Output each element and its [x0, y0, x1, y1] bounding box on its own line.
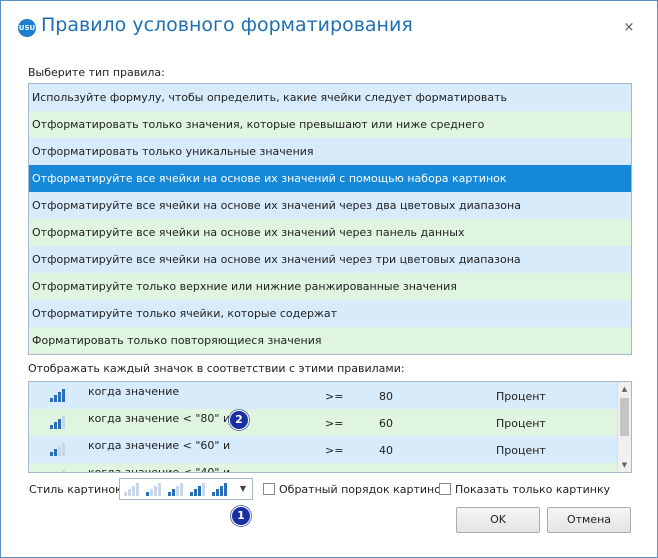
- icon-rule-value[interactable]: 60: [379, 417, 393, 430]
- icon-rule-row[interactable]: когда значение < "60" и >= 40 Процент: [29, 436, 617, 463]
- callout-badge-2: 2: [229, 410, 249, 430]
- rule-type-item[interactable]: Отформатировать только значения, которые…: [29, 111, 631, 138]
- icon-rule-condition: когда значение < "40" и: [88, 466, 230, 472]
- icon-rule-row[interactable]: когда значение < "80" и >= 60 Процент: [29, 409, 617, 436]
- icon-rules-rows: когда значение >= 80 Процент когда значение …: [29, 382, 617, 472]
- icon-only-label[interactable]: Показать только картинку: [455, 483, 610, 496]
- icon-set-preview-icon: [124, 483, 227, 496]
- signal-bars-icon: [49, 442, 65, 456]
- icon-rule-value[interactable]: 40: [379, 444, 393, 457]
- conditional-format-dialog: USU Правило условного форматирования × В…: [0, 0, 658, 558]
- icon-rule-operator[interactable]: >=: [325, 444, 343, 457]
- reverse-order-checkbox[interactable]: [263, 483, 275, 495]
- ok-button[interactable]: OK: [456, 507, 540, 533]
- icon-only-checkbox[interactable]: [439, 483, 451, 495]
- rule-type-item[interactable]: Отформатируйте только ячейки, которые со…: [29, 300, 631, 327]
- callout-badge-1: 1: [231, 506, 251, 526]
- dialog-title: Правило условного форматирования: [41, 14, 413, 36]
- signal-bars-icon: [49, 388, 65, 402]
- icon-style-select[interactable]: ▼: [119, 478, 253, 500]
- rule-type-item[interactable]: Отформатировать только уникальные значен…: [29, 138, 631, 165]
- icon-rule-type[interactable]: Процент: [496, 390, 546, 403]
- rule-type-item[interactable]: Используйте формулу, чтобы определить, к…: [29, 84, 631, 111]
- icon-rules-grid: когда значение >= 80 Процент когда значение …: [28, 381, 632, 473]
- rule-type-item[interactable]: Отформатируйте все ячейки на основе их з…: [29, 165, 631, 192]
- title-bar: USU Правило условного форматирования ×: [1, 1, 657, 57]
- reverse-order-label[interactable]: Обратный порядок картинок: [279, 483, 448, 496]
- icon-rule-type[interactable]: Процент: [496, 417, 546, 430]
- scroll-thumb[interactable]: [620, 398, 629, 436]
- app-logo-icon: USU: [18, 19, 36, 37]
- icon-style-label: Стиль картинок:: [29, 483, 126, 496]
- rule-type-item[interactable]: Отформатируйте только верхние или нижние…: [29, 273, 631, 300]
- icon-rule-type[interactable]: Процент: [496, 444, 546, 457]
- scroll-up-arrow-icon[interactable]: ▲: [618, 383, 631, 395]
- signal-bars-icon: [49, 469, 65, 472]
- rule-type-list[interactable]: Используйте формулу, чтобы определить, к…: [28, 83, 632, 355]
- rule-type-item[interactable]: Отформатируйте все ячейки на основе их з…: [29, 246, 631, 273]
- icon-rule-condition: когда значение < "60" и: [88, 439, 231, 452]
- icon-rule-row[interactable]: когда значение < "40" и: [29, 463, 617, 472]
- cancel-button[interactable]: Отмена: [547, 507, 631, 533]
- signal-bars-icon: [49, 415, 65, 429]
- rule-type-item[interactable]: Форматировать только повторяющиеся значе…: [29, 327, 631, 354]
- icon-rule-row[interactable]: когда значение >= 80 Процент: [29, 382, 617, 409]
- icon-rule-operator[interactable]: >=: [325, 390, 343, 403]
- scroll-down-arrow-icon[interactable]: ▼: [618, 459, 631, 471]
- rule-type-item[interactable]: Отформатируйте все ячейки на основе их з…: [29, 219, 631, 246]
- icon-rule-condition: когда значение: [88, 385, 180, 398]
- rule-type-item[interactable]: Отформатируйте все ячейки на основе их з…: [29, 192, 631, 219]
- close-button[interactable]: ×: [621, 20, 637, 36]
- rule-type-label: Выберите тип правила:: [28, 66, 165, 79]
- chevron-down-icon[interactable]: ▼: [234, 479, 252, 499]
- icon-rule-value[interactable]: 80: [379, 390, 393, 403]
- icon-rule-condition: когда значение < "80" и: [88, 412, 231, 425]
- icon-rule-operator[interactable]: >=: [325, 417, 343, 430]
- icon-rules-label: Отображать каждый значок в соответствии …: [28, 362, 405, 375]
- icon-rules-scrollbar[interactable]: ▲ ▼: [617, 382, 631, 472]
